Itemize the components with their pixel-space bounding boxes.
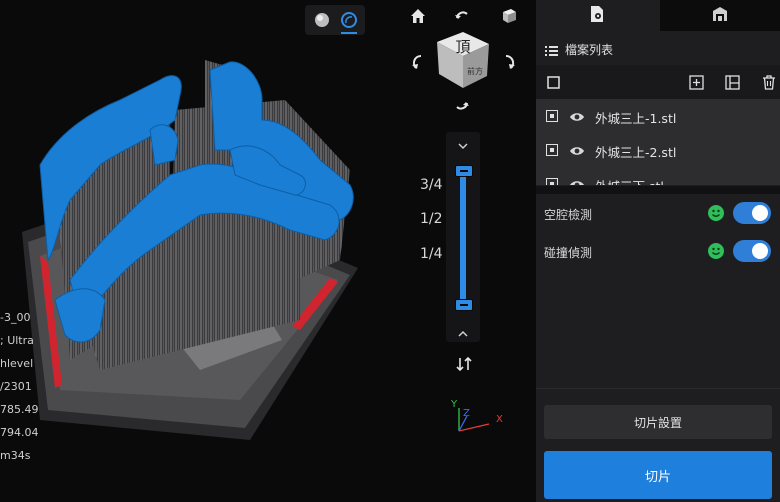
file-checkbox[interactable]	[546, 110, 558, 122]
chevron-down-icon[interactable]	[457, 137, 469, 150]
slice-button[interactable]: 切片	[544, 451, 772, 499]
y-axis-label: Y	[450, 399, 458, 410]
rotate-back-icon[interactable]	[450, 4, 474, 28]
hollow-check-row: 空腔檢測	[536, 196, 780, 232]
add-file-icon[interactable]	[687, 73, 705, 91]
file-list-title: 檔案列表	[565, 43, 614, 57]
info-line: hlevel	[0, 357, 34, 370]
layer-slider[interactable]	[446, 132, 480, 342]
info-line: -3_00	[0, 311, 31, 324]
slider-bottom-handle[interactable]	[455, 299, 473, 311]
eye-icon[interactable]	[569, 143, 585, 162]
bottom-separator	[536, 388, 780, 389]
slider-track[interactable]	[460, 170, 466, 304]
file-settings-icon	[588, 5, 606, 27]
home-view-icon[interactable]	[406, 4, 430, 28]
tab-file-list[interactable]	[536, 0, 658, 31]
info-line: 785.49	[0, 403, 39, 416]
view-cube-top[interactable]: 頂	[455, 38, 470, 56]
file-toolbar	[536, 65, 780, 99]
3d-viewport[interactable]: Front -3_00 ; Ultra hlevel /2301 785.49 …	[0, 0, 536, 502]
fraction-label: 1/2	[420, 211, 443, 227]
smile-ok-icon	[708, 205, 724, 221]
file-row[interactable]: 外城三下.stl	[536, 167, 780, 185]
z-axis-label: Z	[463, 408, 470, 419]
file-checkbox[interactable]	[546, 144, 558, 156]
view-cube[interactable]: 頂 前方	[433, 30, 493, 90]
file-checkbox[interactable]	[546, 178, 558, 185]
iso-view-icon[interactable]	[497, 4, 521, 28]
collision-check-toggle[interactable]	[733, 240, 771, 262]
info-line: m34s	[0, 449, 31, 462]
rotate-down-icon[interactable]	[450, 93, 474, 117]
tab-printer[interactable]	[660, 0, 780, 31]
printer-icon	[711, 5, 729, 27]
eye-icon[interactable]	[569, 109, 585, 128]
axis-gizmo: X Y Z	[450, 399, 503, 432]
slice-settings-button[interactable]: 切片設置	[544, 405, 772, 439]
layout-icon[interactable]	[723, 73, 741, 91]
file-name: 外城三下.stl	[595, 176, 664, 185]
info-line: 794.04	[0, 426, 39, 439]
fraction-label: 3/4	[420, 177, 443, 193]
hollow-check-label: 空腔檢測	[544, 208, 593, 222]
view-cube-front[interactable]: 前方	[467, 66, 483, 76]
sort-axis-icon[interactable]	[452, 352, 476, 376]
fraction-label: 1/4	[420, 246, 443, 262]
file-list-header: 檔案列表	[536, 31, 780, 65]
info-line: /2301	[0, 380, 32, 393]
smile-ok-icon	[708, 243, 724, 259]
list-icon	[545, 42, 558, 61]
side-panel: 檔案列表 外城三上-1.stl 外城三上-2.stl 空腔檢測 碰撞偵測 切片設…	[536, 0, 780, 502]
eye-icon[interactable]	[569, 177, 585, 185]
render-mode-indicator	[341, 32, 357, 34]
solid-view-icon[interactable]	[311, 9, 333, 31]
xray-view-icon[interactable]	[338, 9, 360, 31]
select-all-checkbox[interactable]	[544, 73, 562, 91]
section-divider	[536, 186, 780, 194]
collision-check-row: 碰撞偵測	[536, 234, 780, 270]
x-axis-label: X	[496, 414, 503, 425]
file-name: 外城三上-2.stl	[595, 145, 677, 160]
render-mode-toggle	[305, 5, 365, 35]
trash-icon[interactable]	[760, 73, 778, 91]
file-row[interactable]: 外城三上-2.stl	[536, 133, 780, 167]
rotate-left-icon[interactable]	[406, 50, 430, 74]
file-name: 外城三上-1.stl	[595, 111, 677, 126]
rotate-right-icon[interactable]	[497, 50, 521, 74]
info-line: ; Ultra	[0, 334, 34, 347]
file-list: 外城三上-1.stl 外城三上-2.stl 外城三下.stl	[536, 99, 780, 185]
file-row[interactable]: 外城三上-1.stl	[536, 99, 780, 133]
chevron-up-icon[interactable]	[457, 325, 469, 337]
collision-check-label: 碰撞偵測	[544, 246, 593, 260]
slider-top-handle[interactable]	[455, 165, 473, 177]
hollow-check-toggle[interactable]	[733, 202, 771, 224]
